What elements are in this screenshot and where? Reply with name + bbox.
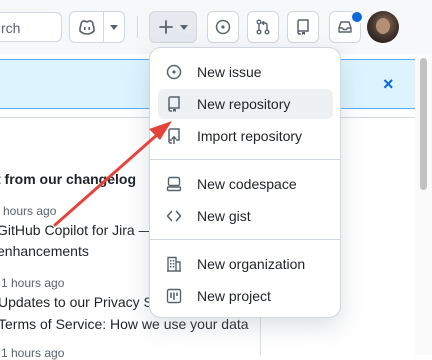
menu-item-new-codespace[interactable]: New codespace bbox=[158, 169, 333, 199]
header-bar: rch bbox=[0, 0, 432, 54]
menu-divider bbox=[150, 239, 340, 240]
codespaces-icon bbox=[166, 176, 182, 192]
menu-item-new-repository[interactable]: New repository bbox=[158, 89, 333, 119]
changelog-time: hours ago bbox=[3, 204, 57, 218]
changelog-text: enhancements bbox=[0, 243, 89, 259]
issue-opened-icon bbox=[166, 64, 182, 80]
changelog-time: 1 hours ago bbox=[1, 346, 65, 360]
triangle-down-icon bbox=[110, 24, 118, 30]
issues-button[interactable] bbox=[207, 11, 239, 43]
git-pull-request-icon bbox=[256, 19, 270, 35]
menu-item-label: New project bbox=[197, 288, 271, 304]
menu-item-new-issue[interactable]: New issue bbox=[158, 57, 333, 87]
menu-item-label: New issue bbox=[197, 64, 262, 80]
project-icon bbox=[166, 288, 182, 304]
triangle-down-icon bbox=[179, 24, 188, 30]
repositories-button[interactable] bbox=[287, 11, 319, 43]
repo-push-icon bbox=[168, 128, 180, 144]
copilot-icon bbox=[78, 20, 95, 35]
changelog-time: 1 hours ago bbox=[1, 276, 65, 290]
menu-item-label: Import repository bbox=[197, 128, 303, 144]
notification-indicator bbox=[350, 10, 364, 24]
changelog-text: Terms of Service: How we use your data bbox=[0, 316, 249, 332]
repo-icon bbox=[168, 96, 180, 112]
copilot-button-group bbox=[69, 11, 125, 43]
menu-divider bbox=[150, 159, 340, 160]
menu-item-label: New repository bbox=[197, 96, 291, 112]
code-icon bbox=[166, 210, 182, 222]
search-input-text: rch bbox=[1, 20, 21, 36]
plus-icon bbox=[158, 20, 173, 34]
changelog-heading: t from our changelog bbox=[0, 171, 136, 187]
copilot-button[interactable] bbox=[70, 12, 103, 42]
search-input[interactable]: rch bbox=[0, 12, 62, 42]
repo-icon bbox=[297, 19, 309, 35]
copilot-dropdown-button[interactable] bbox=[104, 12, 124, 42]
issue-opened-icon bbox=[215, 19, 231, 35]
organization-icon bbox=[167, 256, 181, 272]
create-new-button[interactable] bbox=[149, 11, 197, 43]
changelog-link[interactable]: Updates to our Privacy St bbox=[0, 294, 157, 310]
menu-item-new-project[interactable]: New project bbox=[158, 281, 333, 311]
menu-item-label: New organization bbox=[197, 256, 306, 272]
scrollbar-thumb[interactable] bbox=[420, 58, 427, 190]
avatar[interactable] bbox=[367, 11, 399, 43]
create-new-menu: New issue New repository Import reposito… bbox=[149, 47, 341, 318]
menu-item-label: New gist bbox=[197, 208, 251, 224]
menu-item-import-repository[interactable]: Import repository bbox=[158, 121, 333, 151]
menu-item-new-gist[interactable]: New gist bbox=[158, 201, 333, 231]
pull-requests-button[interactable] bbox=[247, 11, 279, 43]
menu-item-new-organization[interactable]: New organization bbox=[158, 249, 333, 279]
changelog-link[interactable]: GitHub Copilot for Jira — bbox=[0, 222, 153, 238]
header-divider bbox=[137, 16, 138, 38]
close-icon[interactable]: × bbox=[383, 74, 394, 95]
menu-item-label: New codespace bbox=[197, 176, 297, 192]
